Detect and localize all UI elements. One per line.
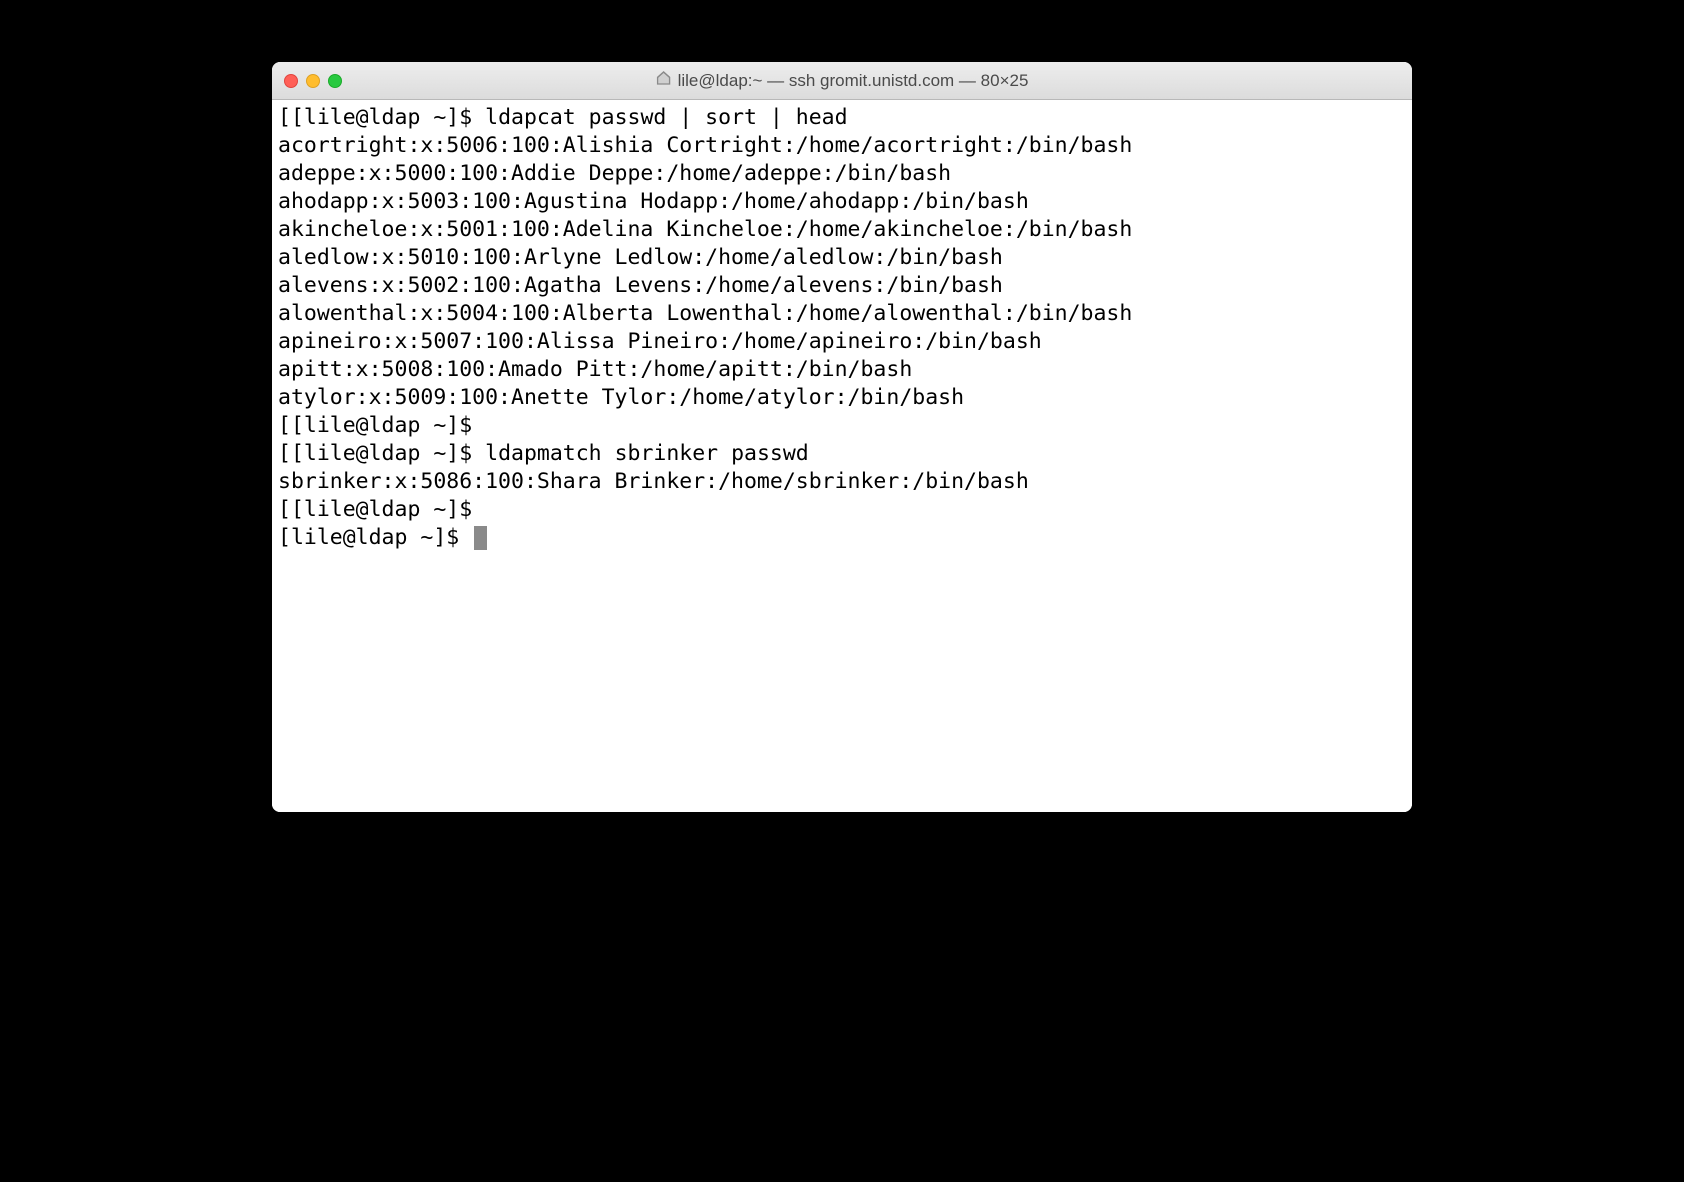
close-button[interactable] (284, 74, 298, 88)
terminal-output: sbrinker:x:5086:100:Shara Brinker:/home/… (278, 468, 1406, 496)
terminal-line: [lile@ldap ~]$ (278, 524, 1406, 552)
window-title-group: lile@ldap:~ — ssh gromit.unistd.com — 80… (656, 70, 1029, 91)
home-icon (656, 70, 672, 91)
maximize-button[interactable] (328, 74, 342, 88)
terminal-output: adeppe:x:5000:100:Addie Deppe:/home/adep… (278, 160, 1406, 188)
terminal-output: apineiro:x:5007:100:Alissa Pineiro:/home… (278, 328, 1406, 356)
terminal-output: atylor:x:5009:100:Anette Tylor:/home/aty… (278, 384, 1406, 412)
terminal-output: acortright:x:5006:100:Alishia Cortright:… (278, 132, 1406, 160)
traffic-lights (284, 74, 342, 88)
terminal-line: [[lile@ldap ~]$ (278, 496, 1406, 524)
terminal-output: alowenthal:x:5004:100:Alberta Lowenthal:… (278, 300, 1406, 328)
window-titlebar[interactable]: lile@ldap:~ — ssh gromit.unistd.com — 80… (272, 62, 1412, 100)
terminal-body[interactable]: [[lile@ldap ~]$ ldapcat passwd | sort | … (272, 100, 1412, 812)
terminal-output: apitt:x:5008:100:Amado Pitt:/home/apitt:… (278, 356, 1406, 384)
minimize-button[interactable] (306, 74, 320, 88)
terminal-output: aledlow:x:5010:100:Arlyne Ledlow:/home/a… (278, 244, 1406, 272)
terminal-output: akincheloe:x:5001:100:Adelina Kincheloe:… (278, 216, 1406, 244)
window-title: lile@ldap:~ — ssh gromit.unistd.com — 80… (678, 71, 1029, 91)
cursor (474, 526, 487, 550)
terminal-window: lile@ldap:~ — ssh gromit.unistd.com — 80… (272, 62, 1412, 812)
terminal-line: [[lile@ldap ~]$ ldapcat passwd | sort | … (278, 104, 1406, 132)
terminal-output: alevens:x:5002:100:Agatha Levens:/home/a… (278, 272, 1406, 300)
terminal-output: ahodapp:x:5003:100:Agustina Hodapp:/home… (278, 188, 1406, 216)
terminal-line: [[lile@ldap ~]$ ldapmatch sbrinker passw… (278, 440, 1406, 468)
terminal-line: [[lile@ldap ~]$ (278, 412, 1406, 440)
